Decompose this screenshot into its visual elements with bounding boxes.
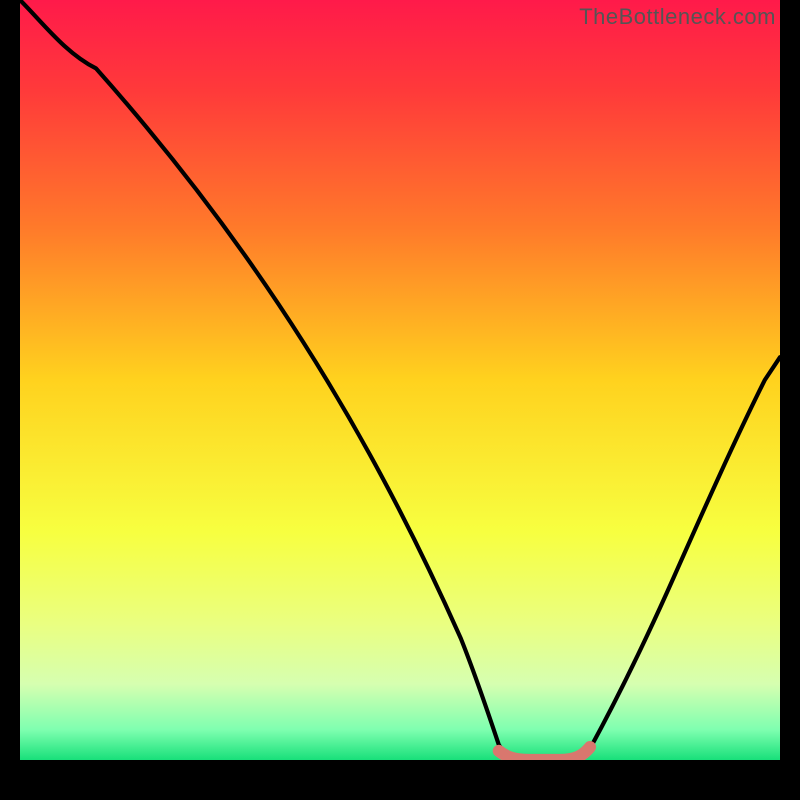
optimal-band	[499, 747, 590, 760]
chart-frame	[20, 0, 780, 780]
curve-layer	[20, 0, 780, 760]
watermark-text: TheBottleneck.com	[579, 4, 776, 30]
bottleneck-curve	[20, 0, 780, 760]
plot-area	[20, 0, 780, 760]
